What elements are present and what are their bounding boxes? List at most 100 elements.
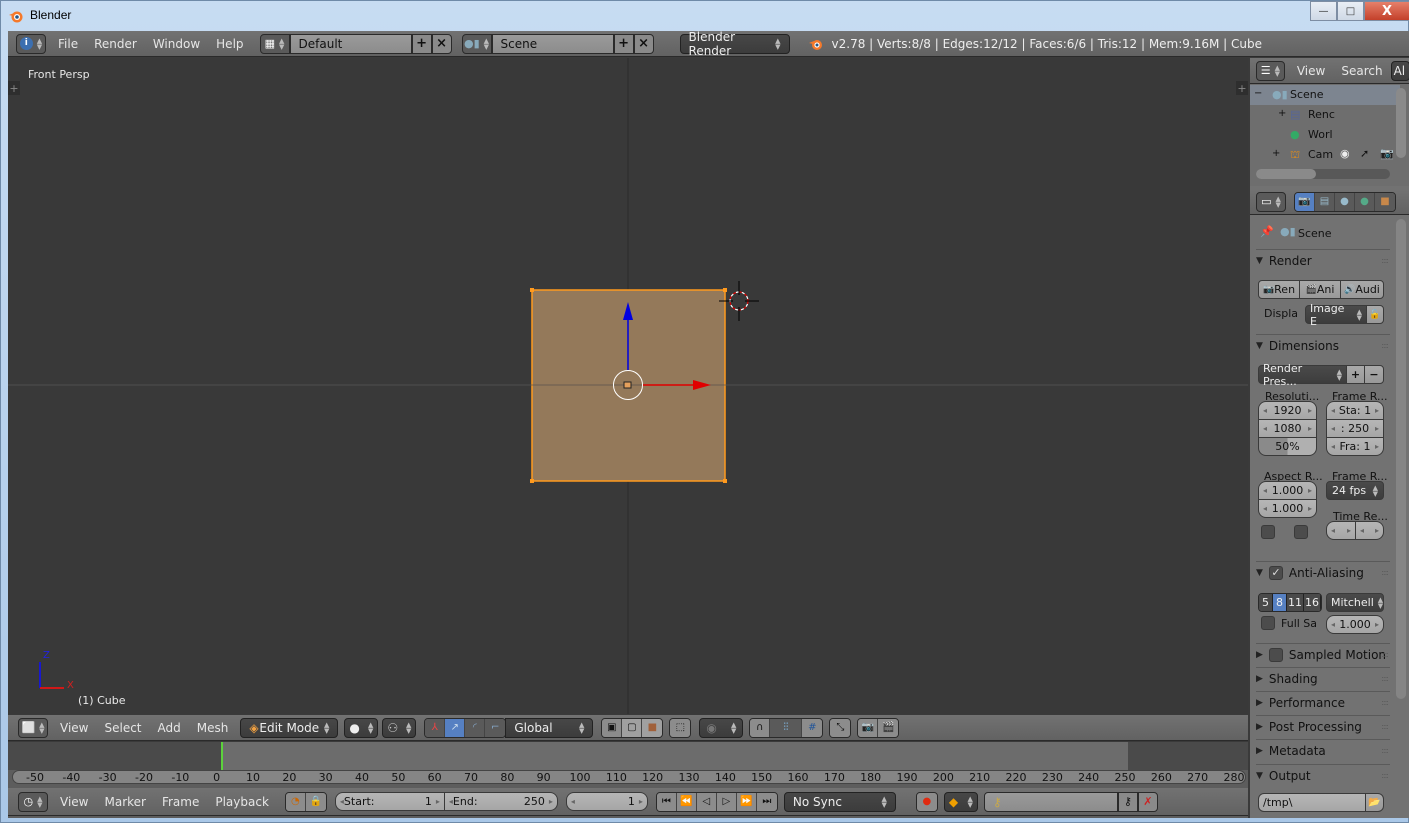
editor-type-timeline-button[interactable]: ◷ ▲ ▼ (18, 791, 48, 812)
outliner-horizontal-scrollbar[interactable] (1256, 169, 1390, 179)
editor-type-outliner-button[interactable]: ☰ ▲ ▼ (1256, 60, 1285, 81)
menu-file[interactable]: File (50, 37, 86, 51)
snap-element-dropdown[interactable]: ⫶⫶ (770, 718, 803, 737)
delete-screen-button[interactable]: × (431, 33, 452, 54)
properties-editor[interactable]: ▭▲▼ 📷 ▤ ● ● ■ 📌 ●▮ Scene ▼ Render:::: (1250, 189, 1409, 818)
snap-target-button[interactable]: # (802, 718, 823, 737)
menu-render[interactable]: Render (86, 37, 145, 51)
visibility-eye-icon[interactable]: ◉ (1340, 147, 1350, 160)
vertex[interactable] (723, 479, 727, 483)
scale-manipulator-button[interactable]: ⌐ (485, 718, 506, 737)
sampled-motion-panel-header[interactable]: ▶ Sampled Motion:::: (1256, 643, 1390, 665)
editor-type-3dview-button[interactable]: ⬜ ▲ ▼ (18, 717, 48, 738)
frame-end-field[interactable]: ◂: 250 ▸ (1326, 419, 1384, 438)
pivot-point-dropdown[interactable]: ⚇ ▲ ▼ (382, 717, 417, 738)
editor-type-properties-button[interactable]: ▭ ▲ ▼ (1256, 191, 1286, 212)
remove-preset-button[interactable]: − (1364, 365, 1384, 384)
transform-orientation-dropdown[interactable]: Global ▲ ▼ (505, 717, 594, 738)
opengl-render-image-button[interactable]: 📷 (858, 718, 879, 737)
scene-browse-button[interactable]: ●▮ ▲ ▼ (461, 33, 492, 54)
mode-dropdown[interactable]: ◈ Edit Mode ▲ ▼ (240, 717, 339, 738)
display-mode-dropdown[interactable]: Image E ▲ ▼ (1305, 302, 1367, 328)
aspect-y-field[interactable]: ◂ 1.000 ▸ (1258, 499, 1317, 518)
expand-icon[interactable]: + (1278, 108, 1286, 119)
close-button[interactable]: X (1364, 1, 1409, 21)
time-remap-new-field[interactable]: ◂ ▸ (1355, 521, 1384, 540)
jump-to-start-button[interactable]: ⏮ (656, 792, 677, 811)
outliner-row[interactable]: ● Worl (1250, 125, 1400, 145)
menu-select[interactable]: Select (96, 721, 149, 735)
render-audio-button[interactable]: 🔊 Audi (1340, 280, 1384, 299)
performance-panel-header[interactable]: ▶ Performance:::: (1256, 691, 1390, 713)
lock-interface-button[interactable]: 🔓 (1366, 305, 1384, 324)
tab-render[interactable]: 📷 (1295, 192, 1315, 211)
drag-grip-icon[interactable]: :::: (1381, 771, 1389, 780)
dimensions-panel-header[interactable]: ▼ Dimensions:::: (1256, 334, 1390, 356)
menu-search[interactable]: Search (1333, 64, 1390, 78)
metadata-panel-header[interactable]: ▶ Metadata:::: (1256, 739, 1390, 761)
vertex[interactable] (530, 288, 534, 292)
render-animation-button[interactable]: 🎬 Ani (1299, 280, 1341, 299)
crop-checkbox[interactable] (1294, 525, 1308, 539)
limit-selection-visible-button[interactable]: ⬚ (670, 718, 691, 737)
drag-grip-icon[interactable]: :::: (1381, 674, 1389, 683)
jump-to-end-button[interactable]: ⏭ (756, 792, 777, 811)
frame-ruler[interactable]: -50 -40 -30 -20 -10 0 10 20 30 40 50 60 70 80 90 100 110… (12, 770, 1246, 784)
screen-layout-browse-button[interactable]: ▦ ▲ ▼ (259, 33, 290, 54)
post-processing-panel-header[interactable]: ▶ Post Processing:::: (1256, 715, 1390, 737)
menu-add[interactable]: Add (150, 721, 189, 735)
timeline-area[interactable] (8, 742, 1248, 770)
collapse-icon[interactable]: − (1254, 88, 1262, 99)
use-preview-range-button[interactable]: ◔ (285, 792, 306, 811)
3d-viewport[interactable]: Front Persp Z X (1) Cube + + (8, 58, 1248, 714)
anti-aliasing-panel-header[interactable]: ▼ ✓ Anti-Aliasing:::: (1256, 561, 1390, 583)
outliner-row[interactable]: + ▤ Renc (1250, 105, 1400, 125)
menu-frame[interactable]: Frame (154, 795, 207, 809)
output-panel-header[interactable]: ▼ Output:::: (1256, 764, 1390, 786)
drag-grip-icon[interactable]: :::: (1381, 341, 1389, 350)
delete-keyframe-button[interactable]: ✗ (1137, 791, 1158, 812)
keying-mode-dropdown[interactable]: ◆ ▲ ▼ (943, 791, 978, 812)
output-path-field[interactable]: /tmp\ (1258, 793, 1366, 812)
drag-grip-icon[interactable]: :::: (1381, 746, 1389, 755)
time-remap-old-field[interactable]: ◂ ▸ (1326, 521, 1356, 540)
resolution-percentage-slider[interactable]: 50% (1258, 437, 1317, 456)
add-preset-button[interactable]: + (1346, 365, 1365, 384)
display-mode-dropdown[interactable]: Al (1390, 60, 1409, 81)
add-screen-button[interactable]: + (411, 33, 432, 54)
frame-start-field[interactable]: ◂ Sta: 1 ▸ (1326, 401, 1384, 420)
start-frame-field[interactable]: ◂ Start: 1 ▸ (334, 792, 445, 811)
aa-sample-option-11[interactable]: 11 (1287, 594, 1304, 611)
edge-select-button[interactable]: ▢ (622, 718, 643, 737)
resolution-x-field[interactable]: ◂ 1920 ▸ (1258, 401, 1317, 420)
snap-align-rotation-button[interactable]: ⤡ (830, 718, 851, 737)
jump-to-keyframe-next-button[interactable]: ⏩ (736, 792, 757, 811)
minimize-button[interactable]: — (1310, 1, 1337, 21)
tab-scene[interactable]: ● (1335, 192, 1355, 211)
timeline-editor[interactable]: -50 -40 -30 -20 -10 0 10 20 30 40 50 60 70 80 90 100 110… (8, 742, 1248, 818)
sampled-motion-checkbox[interactable] (1268, 647, 1283, 662)
menu-view[interactable]: View (52, 795, 96, 809)
vertex[interactable] (723, 288, 727, 292)
aa-sample-option-16[interactable]: 16 (1304, 594, 1321, 611)
screen-layout-field[interactable]: Default (289, 33, 412, 54)
full-sample-checkbox[interactable] (1261, 616, 1275, 630)
current-frame-field[interactable]: ◂ 1 ▸ (565, 792, 648, 811)
outliner[interactable]: ☰▲▼ View Search Al − ●▮ Scene + ▤ Renc (1250, 58, 1409, 186)
end-frame-field[interactable]: ◂ End: 250 ▸ (443, 792, 558, 811)
drag-grip-icon[interactable]: :::: (1381, 650, 1389, 659)
scene-field[interactable]: Scene (491, 33, 614, 54)
aspect-x-field[interactable]: ◂ 1.000 ▸ (1258, 481, 1317, 500)
tab-world[interactable]: ● (1355, 192, 1375, 211)
aa-sample-option-8[interactable]: 8 (1273, 594, 1287, 611)
rotate-manipulator-button[interactable]: ◜ (465, 718, 486, 737)
tab-object[interactable]: ■ (1375, 192, 1395, 211)
anti-aliasing-checkbox[interactable]: ✓ (1268, 565, 1283, 580)
current-frame-indicator[interactable] (221, 742, 223, 770)
maximize-button[interactable]: □ (1337, 1, 1364, 21)
aa-filter-dropdown[interactable]: Mitchell ▲ ▼ (1326, 593, 1384, 612)
jump-to-keyframe-prev-button[interactable]: ⏪ (676, 792, 697, 811)
keying-set-field[interactable]: ⚷ (983, 791, 1118, 812)
shading-panel-header[interactable]: ▶ Shading:::: (1256, 667, 1390, 689)
menu-marker[interactable]: Marker (96, 795, 153, 809)
